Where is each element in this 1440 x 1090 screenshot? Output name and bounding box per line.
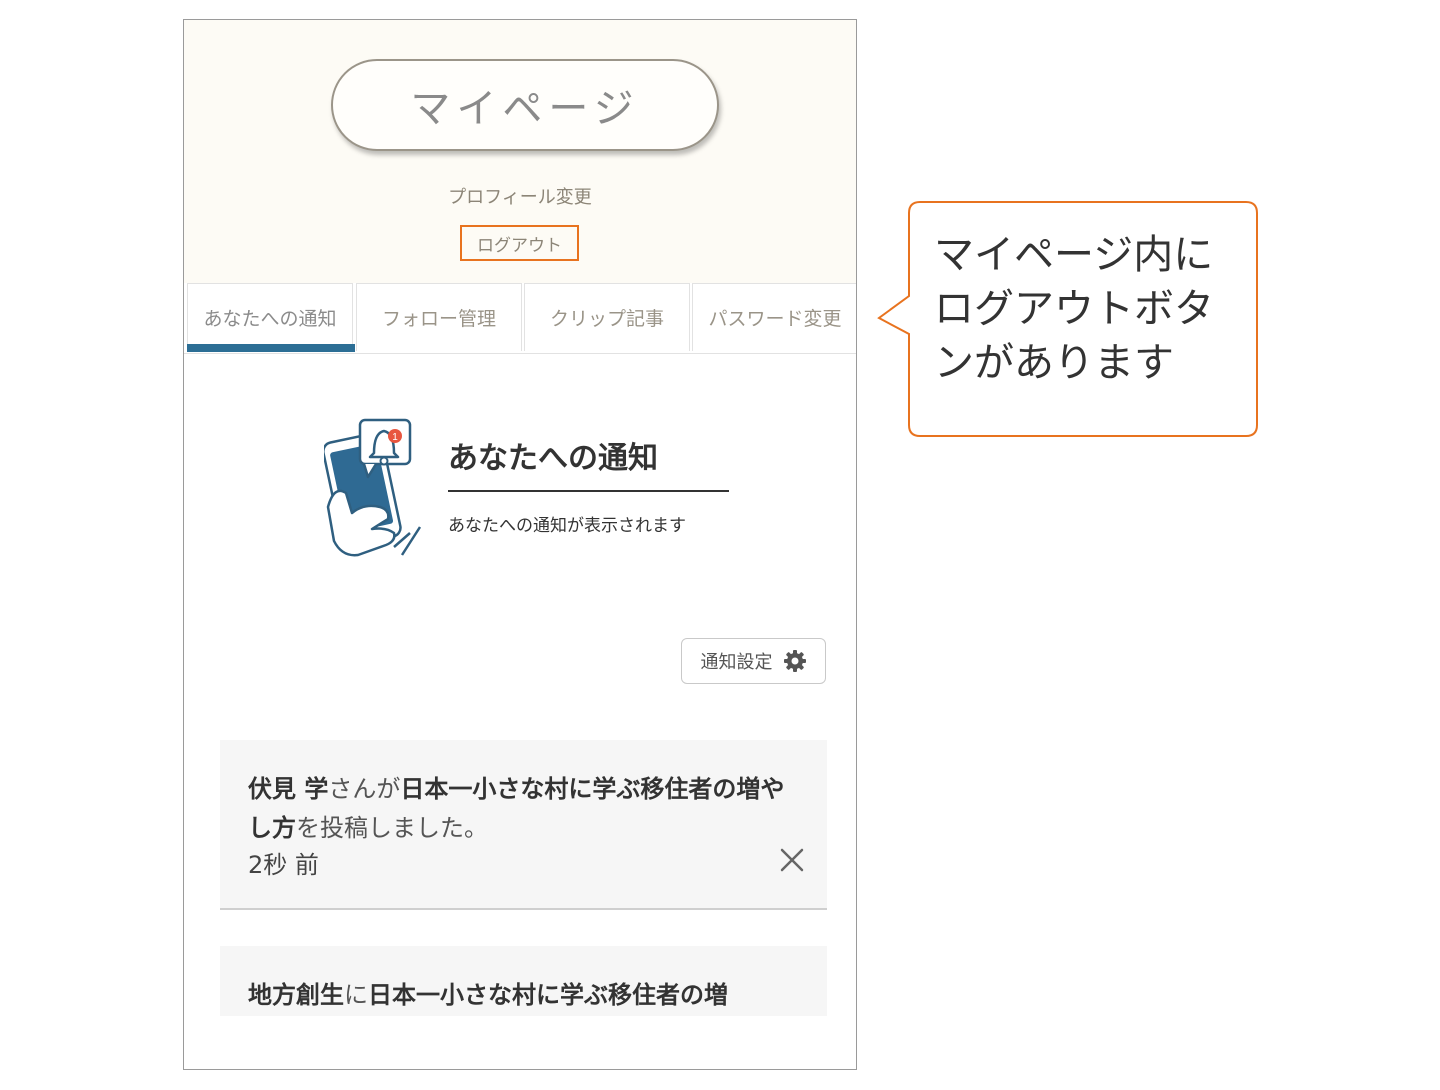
heading-divider xyxy=(448,490,729,492)
notification-item[interactable]: 地方創生に日本一小さな村に学ぶ移住者の増 xyxy=(220,946,827,1016)
mypage-header: マイページ プロフィール変更 ログアウト xyxy=(184,20,856,283)
tab-bar: あなたへの通知 フォロー管理 クリップ記事 パスワード変更 xyxy=(184,283,856,354)
profile-edit-link[interactable]: プロフィール変更 xyxy=(184,183,856,209)
notification-user: 伏見 学 xyxy=(248,775,329,803)
notification-message: 地方創生に日本一小さな村に学ぶ移住者の増 xyxy=(248,981,728,1009)
notice-description: あなたへの通知が表示されます xyxy=(448,516,686,536)
page-title: マイページ xyxy=(331,59,719,151)
tab-follow-management[interactable]: フォロー管理 xyxy=(356,283,522,351)
notification-badge-count: 1 xyxy=(392,432,398,443)
logout-link[interactable]: ログアウト xyxy=(460,225,579,261)
tab-notifications[interactable]: あなたへの通知 xyxy=(187,283,353,351)
notification-item[interactable]: 伏見 学さんが日本一小さな村に学ぶ移住者の増やし方を投稿しました。 2秒 前 xyxy=(220,740,827,910)
gear-icon xyxy=(783,650,806,672)
tab-password-change[interactable]: パスワード変更 xyxy=(692,283,856,351)
phone-screen: マイページ プロフィール変更 ログアウト あなたへの通知 フォロー管理 クリップ… xyxy=(183,19,857,1070)
notification-user: 地方創生 xyxy=(248,981,344,1009)
tab-clip-articles[interactable]: クリップ記事 xyxy=(524,283,690,351)
phone-notification-illustration: 1 xyxy=(324,418,422,557)
notification-settings-button[interactable]: 通知設定 xyxy=(681,638,826,684)
notification-article-link[interactable]: 日本一小さな村に学ぶ移住者の増 xyxy=(368,981,728,1009)
notification-message: 伏見 学さんが日本一小さな村に学ぶ移住者の増やし方を投稿しました。 xyxy=(248,775,785,842)
notice-heading: あなたへの通知 xyxy=(448,441,658,476)
close-icon[interactable] xyxy=(778,846,806,874)
notification-settings-label: 通知設定 xyxy=(700,652,773,673)
active-tab-indicator xyxy=(187,344,355,352)
notification-timestamp: 2秒 前 xyxy=(248,851,319,879)
callout-text: マイページ内に ログアウトボタ ンがあります xyxy=(934,232,1214,386)
